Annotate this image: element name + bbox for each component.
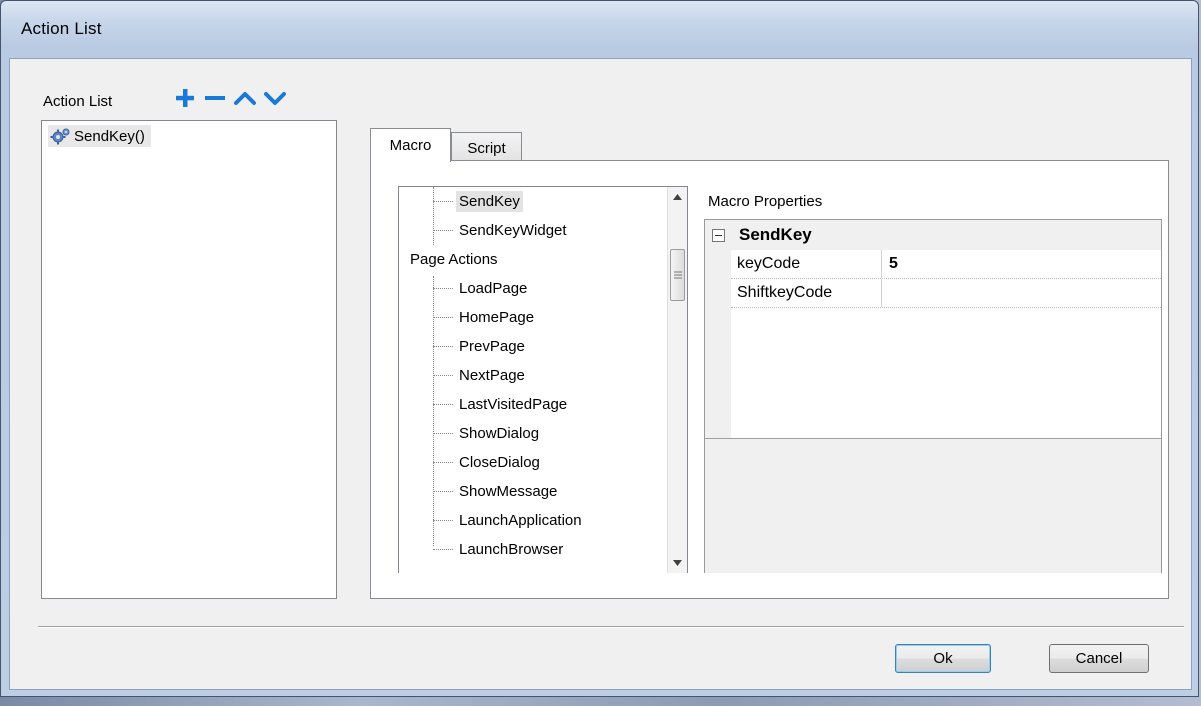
tree-item-sendkeywidget[interactable]: SendKeyWidget bbox=[433, 216, 570, 245]
action-item-label: SendKey() bbox=[74, 127, 145, 145]
scroll-down-arrow-icon[interactable] bbox=[668, 553, 687, 573]
tab-macro[interactable]: Macro bbox=[370, 128, 451, 162]
tree-item-launchbrowser[interactable]: LaunchBrowser bbox=[433, 535, 566, 564]
property-grid-area: SendKey keyCode 5 ShiftkeyCode bbox=[705, 220, 1161, 438]
minus-icon bbox=[205, 96, 225, 100]
property-value-shiftkeycode[interactable] bbox=[889, 279, 1149, 307]
tree-item-homepage[interactable]: HomePage bbox=[433, 303, 537, 332]
add-action-button[interactable] bbox=[170, 81, 200, 115]
tree-item-closedialog[interactable]: CloseDialog bbox=[433, 448, 543, 477]
property-name: keyCode bbox=[737, 255, 801, 272]
property-category-sendkey[interactable]: SendKey bbox=[705, 220, 1161, 250]
property-row-keycode[interactable]: keyCode 5 bbox=[731, 250, 1161, 279]
tree-item-launchapplication[interactable]: LaunchApplication bbox=[433, 506, 585, 535]
tree-item-lastvisitedpage[interactable]: LastVisitedPage bbox=[433, 390, 570, 419]
dialog-client-area: Action List SendKey() Script Macro SendK… bbox=[9, 58, 1192, 690]
property-row-shiftkeycode[interactable]: ShiftkeyCode bbox=[731, 279, 1161, 308]
scrollbar-thumb[interactable] bbox=[670, 249, 685, 301]
gears-icon bbox=[48, 126, 74, 146]
tree-item-showdialog[interactable]: ShowDialog bbox=[433, 419, 542, 448]
tree-scrollbar[interactable] bbox=[667, 187, 687, 573]
action-list-item[interactable]: SendKey() bbox=[48, 125, 151, 147]
scroll-up-arrow-icon[interactable] bbox=[668, 187, 687, 207]
action-list-toolbar bbox=[170, 81, 290, 115]
tree-item-sendkey[interactable]: SendKey bbox=[433, 187, 523, 216]
plus-icon bbox=[176, 89, 194, 107]
tree-item-loadpage[interactable]: LoadPage bbox=[433, 274, 530, 303]
tree-item-page-actions[interactable]: Page Actions bbox=[407, 245, 501, 274]
property-grid-gutter bbox=[705, 220, 731, 438]
property-help-pane bbox=[705, 438, 1161, 573]
chevron-up-icon bbox=[234, 92, 256, 105]
remove-action-button[interactable] bbox=[200, 81, 230, 115]
tree-item-showmessage[interactable]: ShowMessage bbox=[433, 477, 560, 506]
action-list-dialog: Action List Action List SendKey() Script… bbox=[0, 0, 1199, 697]
property-name: ShiftkeyCode bbox=[737, 284, 833, 301]
macro-tree[interactable]: SendKey SendKeyWidget Page Actions LoadP… bbox=[398, 186, 688, 573]
tree-item-nextpage[interactable]: NextPage bbox=[433, 361, 528, 390]
macro-property-grid: SendKey keyCode 5 ShiftkeyCode bbox=[704, 219, 1162, 573]
dialog-divider bbox=[38, 626, 1184, 628]
grip-icon bbox=[673, 271, 682, 279]
tree-item-prevpage[interactable]: PrevPage bbox=[433, 332, 528, 361]
macro-properties-label: Macro Properties bbox=[708, 193, 823, 210]
property-value-keycode[interactable]: 5 bbox=[889, 250, 1149, 278]
window-title: Action List bbox=[21, 19, 102, 38]
action-list-label: Action List bbox=[43, 93, 113, 110]
move-up-button[interactable] bbox=[230, 81, 260, 115]
action-list-box[interactable]: SendKey() bbox=[41, 120, 337, 599]
property-category-label: SendKey bbox=[739, 225, 812, 244]
tab-script[interactable]: Script bbox=[451, 132, 522, 163]
collapse-icon[interactable] bbox=[712, 228, 725, 242]
cancel-button[interactable]: Cancel bbox=[1049, 644, 1149, 673]
macro-tab-panel: SendKey SendKeyWidget Page Actions LoadP… bbox=[370, 160, 1169, 599]
chevron-down-icon bbox=[264, 92, 286, 105]
ok-button[interactable]: Ok bbox=[895, 644, 991, 673]
move-down-button[interactable] bbox=[260, 81, 290, 115]
